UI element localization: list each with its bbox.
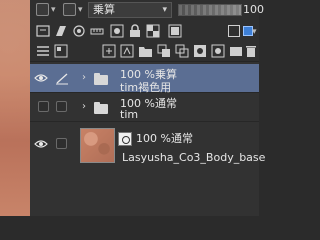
edit-toggle[interactable] [56, 101, 67, 112]
opacity-slider[interactable] [178, 4, 242, 16]
layer-icon[interactable] [36, 25, 50, 37]
layer-row[interactable]: 100 %通常 Lasyusha_Co3_Body_base [30, 122, 265, 168]
layer-list[interactable]: › 100 %乗算 tim褐色用 › 100 %通常 tim 100 %通常 L… [30, 64, 265, 216]
layer-mask-thumbnail [118, 132, 132, 146]
layer-commands-row [30, 40, 259, 62]
layer-color-icon[interactable] [168, 24, 182, 38]
edit-toggle[interactable] [56, 138, 67, 149]
layer-thumbnail-settings-icon[interactable] [54, 44, 68, 58]
chevron-down-icon: ▾ [162, 5, 167, 15]
reference-checkbox[interactable] [63, 3, 76, 16]
folder-icon [94, 102, 108, 114]
layer-property-bar: ▾ ▾ 乗算 ▾ 100 [30, 0, 264, 22]
layer-name: Lasyusha_Co3_Body_base [122, 151, 266, 164]
draft-layer-icon[interactable] [54, 24, 68, 38]
layer-thumbnail [80, 128, 115, 163]
layer-options-row: ▾ [30, 22, 259, 40]
clip-dropdown-arrow[interactable]: ▾ [51, 6, 56, 15]
color-dropdown-arrow[interactable]: ▾ [252, 28, 257, 37]
new-folder-icon[interactable] [138, 44, 153, 58]
layer-name: tim [120, 108, 139, 121]
transparency-lock-icon[interactable] [146, 24, 160, 38]
blend-mode-select[interactable]: 乗算 ▾ [88, 2, 172, 18]
eye-icon[interactable] [34, 139, 48, 149]
layer-menu-icon[interactable] [36, 44, 50, 58]
mask-icon[interactable] [110, 24, 124, 38]
apply-mask-icon[interactable] [211, 44, 225, 58]
reference-dropdown-arrow[interactable]: ▾ [78, 6, 83, 15]
merge-down-icon[interactable] [175, 44, 189, 58]
new-vector-layer-icon[interactable] [120, 44, 134, 58]
trash-icon[interactable] [245, 44, 257, 58]
expand-chevron-icon[interactable]: › [82, 72, 86, 83]
canvas-area[interactable] [0, 0, 30, 216]
clip-checkbox[interactable] [36, 3, 49, 16]
clipping-icon[interactable] [229, 44, 243, 58]
opacity-slider-fill [179, 5, 241, 15]
lock-icon[interactable] [128, 24, 142, 38]
ruler-icon[interactable] [90, 24, 104, 38]
new-layer-mask-icon[interactable] [193, 44, 207, 58]
layer-row[interactable]: › 100 %乗算 tim褐色用 [30, 64, 259, 94]
folder-icon [94, 73, 108, 85]
opacity-value[interactable]: 100 [243, 3, 264, 16]
layer-panel: ▾ ▾ 乗算 ▾ 100 ▾ › 100 %乗算 tim褐色用 › 100 %通… [30, 0, 265, 216]
blend-mode-value: 乗算 [93, 3, 115, 16]
expand-chevron-icon[interactable]: › [82, 101, 86, 112]
transfer-down-icon[interactable] [157, 44, 171, 58]
layer-blend-label: 100 %通常 [136, 132, 193, 145]
visibility-toggle[interactable] [38, 101, 49, 112]
eye-icon[interactable] [34, 73, 48, 83]
new-raster-layer-icon[interactable] [102, 44, 116, 58]
reference-layer-icon[interactable] [72, 24, 86, 38]
layer-color-dropdown-icon[interactable] [228, 25, 240, 37]
layer-row[interactable]: › 100 %通常 tim [30, 93, 259, 122]
pen-icon [56, 73, 68, 85]
